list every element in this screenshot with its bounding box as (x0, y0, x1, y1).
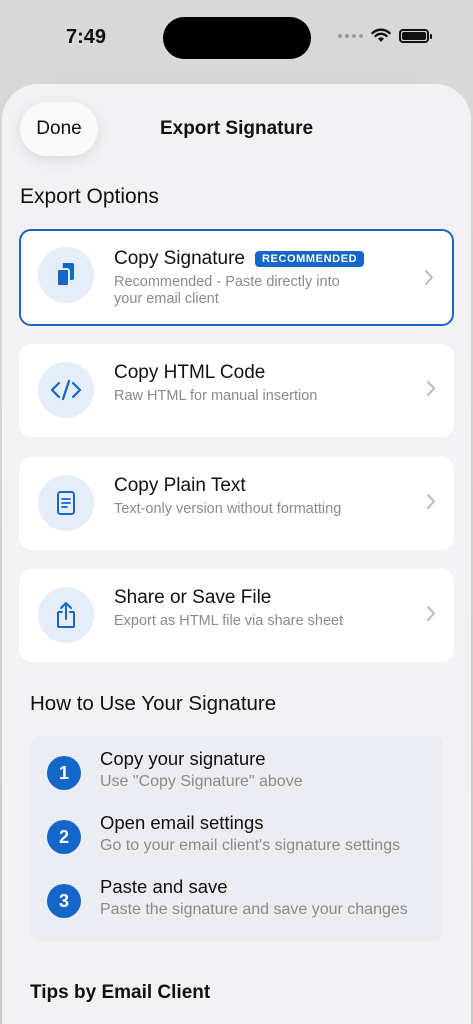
wifi-icon (371, 28, 391, 42)
copy-plain-text-option[interactable]: Copy Plain Text Text-only version withou… (19, 457, 454, 550)
option-subtitle: Export as HTML file via share sheet (114, 613, 344, 629)
option-subtitle: Recommended - Paste directly into your e… (114, 274, 340, 307)
step-item: 2 Open email settings Go to your email c… (47, 812, 400, 854)
document-text-icon (38, 475, 94, 531)
copy-doc-icon (38, 247, 94, 303)
option-subtitle: Raw HTML for manual insertion (114, 388, 318, 404)
cellular-signal-icon (338, 33, 363, 38)
status-bar: 7:49 (0, 0, 473, 80)
nav-bar: Done Export Signature (2, 84, 471, 176)
page-title: Export Signature (159, 118, 314, 139)
chevron-right-icon (425, 270, 433, 285)
option-title: Copy HTML Code (114, 362, 266, 383)
step-title: Open email settings (100, 812, 264, 833)
card-text: Copy Signature RECOMMENDED Recommended -… (114, 248, 412, 308)
option-title: Share or Save File (114, 587, 272, 608)
share-save-file-option[interactable]: Share or Save File Export as HTML file v… (19, 569, 454, 662)
step-subtitle: Go to your email client's signature sett… (100, 837, 401, 854)
step-subtitle: Paste the signature and save your change… (100, 901, 408, 918)
step-number: 2 (47, 820, 81, 854)
code-icon (38, 362, 94, 418)
step-item: 1 Copy your signature Use "Copy Signatur… (47, 748, 303, 790)
export-options-heading: Export Options (20, 185, 159, 208)
chevron-right-icon (427, 494, 435, 509)
how-to-heading: How to Use Your Signature (30, 692, 277, 715)
tips-heading: Tips by Email Client (30, 982, 211, 1003)
step-subtitle: Use "Copy Signature" above (100, 773, 303, 790)
export-sheet: Done Export Signature Export Options Cop… (2, 84, 471, 1024)
option-title: Copy Plain Text (114, 475, 246, 496)
chevron-right-icon (427, 381, 435, 396)
step-number: 1 (47, 756, 81, 790)
card-text: Copy HTML Code Raw HTML for manual inser… (114, 362, 414, 405)
option-subtitle: Text-only version without formatting (114, 501, 342, 517)
copy-html-option[interactable]: Copy HTML Code Raw HTML for manual inser… (19, 344, 454, 437)
recommended-badge: RECOMMENDED (254, 251, 365, 267)
share-icon (38, 587, 94, 643)
copy-signature-option[interactable]: Copy Signature RECOMMENDED Recommended -… (19, 229, 454, 326)
option-title: Copy Signature (114, 248, 245, 269)
step-title: Paste and save (100, 876, 228, 897)
step-title: Copy your signature (100, 748, 266, 769)
step-number: 3 (47, 884, 81, 918)
card-text: Share or Save File Export as HTML file v… (114, 587, 414, 630)
dynamic-island (163, 17, 311, 59)
status-indicators (338, 28, 432, 43)
card-text: Copy Plain Text Text-only version withou… (114, 475, 414, 518)
chevron-right-icon (427, 606, 435, 621)
how-to-steps: 1 Copy your signature Use "Copy Signatur… (30, 736, 443, 941)
battery-icon (399, 28, 432, 43)
status-time: 7:49 (66, 26, 107, 48)
step-item: 3 Paste and save Paste the signature and… (47, 876, 408, 918)
